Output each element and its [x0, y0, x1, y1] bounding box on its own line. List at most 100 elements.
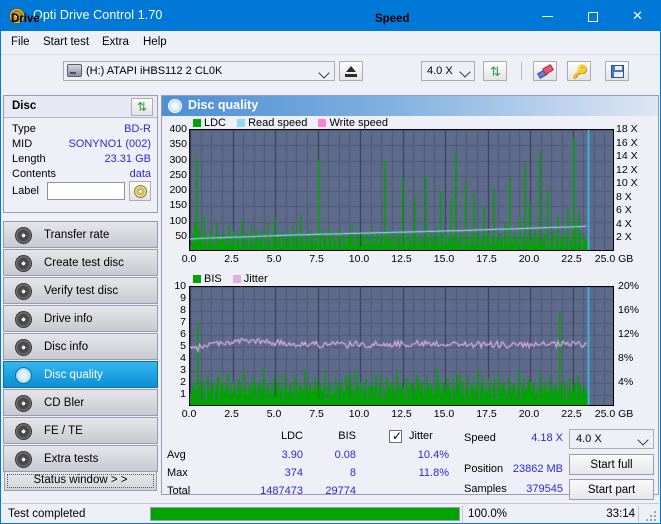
legend-label-ldc: LDC — [204, 117, 227, 129]
minimize-button[interactable] — [525, 1, 570, 31]
disc-icon — [15, 423, 32, 440]
axis-tick-label: 16 X — [616, 136, 638, 149]
stats-max-bis: 8 — [349, 467, 356, 479]
menu-item-help[interactable]: Help — [143, 36, 167, 48]
menu-item-file[interactable]: File — [11, 36, 30, 48]
speed-select-value: 4.0 X — [427, 65, 453, 77]
progress-bar — [150, 507, 460, 521]
status-bar: Test completed 100.0% 33:14 — [2, 503, 659, 523]
axis-tick-label: 25.0 GB — [594, 253, 634, 265]
disc-row-type: Type BD-R — [12, 123, 151, 138]
sidebar: Disc ⇅ Type BD-R MID SONYNO1 (002) Lengt… — [3, 95, 158, 495]
disc-icon — [15, 451, 32, 468]
app-window: Opti Drive Control 1.70 ✕ File Start tes… — [0, 0, 661, 524]
status-text: Test completed — [8, 508, 86, 520]
sidebar-item-create-test-disc[interactable]: Create test disc — [3, 249, 158, 276]
eject-icon — [346, 66, 356, 72]
stats-row-total-label: Total — [167, 485, 191, 497]
erase-button[interactable] — [533, 61, 557, 81]
test-speed-select[interactable]: 4.0 X — [569, 429, 654, 449]
sidebar-item-drive-info[interactable]: Drive info — [3, 305, 158, 332]
axis-tick-label: 7 — [180, 316, 186, 328]
start-full-label: Start full — [590, 459, 633, 471]
title-bar: Opti Drive Control 1.70 ✕ — [1, 1, 660, 31]
axis-tick-label: 300 — [169, 153, 187, 166]
axis-tick-label: 10 X — [616, 177, 638, 190]
sidebar-item-transfer-rate[interactable]: Transfer rate — [3, 221, 158, 248]
start-full-button[interactable]: Start full — [569, 454, 654, 475]
disc-row-contents-key: Contents — [12, 168, 57, 180]
stats-row-max-label: Max — [167, 467, 188, 479]
axis-tick-label: 3 — [180, 364, 186, 376]
menu-bar: File Start test Extra Help — [1, 31, 660, 54]
speed-select[interactable]: 4.0 X — [421, 61, 475, 81]
axis-tick-label: 20% — [618, 280, 640, 292]
eject-button[interactable] — [339, 61, 363, 81]
menu-item-start-test[interactable]: Start test — [43, 36, 89, 48]
sidebar-item-verify-test-disc[interactable]: Verify test disc — [3, 277, 158, 304]
refresh-button[interactable]: ⇅ — [483, 61, 507, 81]
axis-tick-label: 25.0 GB — [594, 408, 634, 420]
key-icon: 🔑 — [572, 64, 589, 79]
axis-tick-label: 4% — [618, 376, 634, 388]
chevron-down-icon — [318, 67, 330, 79]
close-button[interactable]: ✕ — [615, 1, 660, 31]
chevron-down-icon — [637, 434, 649, 446]
axis-tick-label: 8 — [180, 304, 186, 316]
axis-tick-label: 8 X — [616, 190, 632, 203]
status-window-button[interactable]: Status window > > — [4, 471, 157, 491]
disc-row-mid-value: SONYNO1 (002) — [68, 138, 151, 150]
label-input[interactable] — [47, 182, 125, 200]
drive-select[interactable]: (H:) ATAPI iHBS112 2 CL0K — [63, 61, 335, 81]
sidebar-item-label: Create test disc — [44, 257, 124, 269]
test-speed-value: 4.0 X — [576, 433, 602, 445]
legend-swatch-bis — [193, 275, 201, 283]
page-title: Disc quality — [188, 98, 259, 112]
sidebar-item-fe-te[interactable]: FE / TE — [3, 417, 158, 444]
disc-row-contents-value: data — [129, 168, 151, 180]
disc-icon — [15, 367, 32, 384]
legend-swatch-ldc — [193, 119, 201, 127]
stats-avg-jitter: 10.4% — [417, 449, 449, 461]
jitter-label: Jitter — [409, 430, 433, 442]
sidebar-item-disc-quality[interactable]: Disc quality — [3, 361, 158, 388]
stats-avg-ldc: 3.90 — [281, 449, 303, 461]
axis-tick-label: 18 X — [616, 123, 638, 135]
menu-item-extra[interactable]: Extra — [102, 36, 129, 48]
axis-tick-label: 12 X — [616, 163, 638, 176]
start-part-button[interactable]: Start part — [569, 479, 654, 500]
axis-tick-label: 5 — [180, 340, 186, 352]
maximize-button[interactable] — [570, 1, 615, 31]
chart-2-plot — [189, 286, 614, 406]
sidebar-item-label: CD Bler — [44, 397, 85, 409]
key-button[interactable]: 🔑 — [567, 61, 591, 81]
axis-tick-label: 4 X — [616, 217, 632, 230]
disc-row-length: Length 23.31 GB — [12, 153, 151, 168]
axis-tick-label: 200 — [169, 184, 187, 196]
refresh-icon: ⇅ — [490, 64, 501, 79]
sidebar-item-label: Transfer rate — [44, 229, 110, 241]
label-disc-button[interactable] — [129, 181, 151, 201]
resize-grip[interactable] — [644, 509, 656, 521]
elapsed-time: 33:14 — [606, 508, 635, 520]
sidebar-item-label: Disc info — [44, 341, 89, 353]
axis-tick-label: 9 — [180, 292, 186, 304]
sidebar-item-label: Disc quality — [44, 369, 103, 381]
axis-tick-label: 150 — [169, 199, 187, 212]
axis-tick-label: 1 — [180, 388, 186, 400]
disc-refresh-button[interactable]: ⇅ — [131, 98, 153, 116]
speed-readout-label: Speed — [464, 432, 496, 444]
stats-header-ldc: LDC — [280, 430, 303, 442]
axis-tick-label: 6 — [180, 328, 186, 340]
position-value: 23862 MB — [512, 463, 563, 475]
sidebar-item-label: Drive info — [44, 313, 93, 325]
sidebar-item-cd-bler[interactable]: CD Bler — [3, 389, 158, 416]
sidebar-item-extra-tests[interactable]: Extra tests — [3, 445, 158, 472]
jitter-checkbox[interactable]: ✓ — [389, 429, 402, 443]
disc-row-mid-key: MID — [12, 138, 33, 150]
save-button[interactable] — [605, 61, 629, 81]
chart-1-legend: LDC Read speed Write speed — [193, 117, 388, 129]
sidebar-item-disc-info[interactable]: Disc info — [3, 333, 158, 360]
axis-tick-label: 4 — [180, 352, 186, 364]
sidebar-item-label: Extra tests — [44, 453, 99, 465]
